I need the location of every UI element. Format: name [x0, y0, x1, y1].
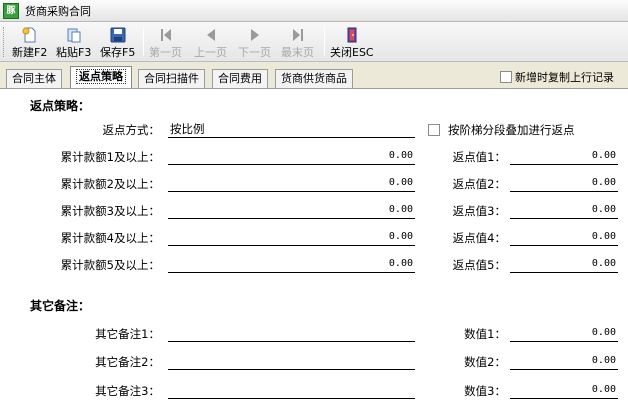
tab-contract-fees[interactable]: 合同费用 — [212, 69, 268, 88]
amount-field-5[interactable]: 0.00 — [168, 255, 415, 273]
rebate-value-label-5: 返点值5： — [452, 258, 506, 272]
new-button[interactable]: 新建F2 — [12, 24, 47, 60]
note-label-2: 其它备注2： — [95, 355, 160, 369]
amount-label-4: 累计款额4及以上： — [60, 231, 160, 245]
amount-label-2: 累计款额2及以上： — [60, 177, 160, 191]
numeric-value-label-2: 数值2： — [464, 355, 506, 369]
title-bar: 豚 货商采购合同 — [0, 0, 628, 22]
amount-field-1[interactable]: 0.00 — [168, 147, 415, 165]
numeric-value-label-1: 数值1： — [464, 327, 506, 341]
save-disk-icon — [109, 26, 127, 43]
copy-prev-row-label: 新增时复制上行记录 — [515, 71, 614, 84]
note-field-3[interactable] — [168, 381, 415, 399]
save-button-label: 保存F5 — [100, 46, 136, 59]
rebate-value-label-3: 返点值3： — [452, 204, 506, 218]
note-field-1[interactable] — [168, 324, 415, 342]
rebate-value-label-4: 返点值4： — [452, 231, 506, 245]
rebate-value-field-4[interactable]: 0.00 — [510, 228, 618, 246]
paste-button-label: 粘贴F3 — [56, 46, 92, 59]
numeric-value-field-2[interactable]: 0.00 — [510, 352, 618, 370]
toolbar-grip[interactable] — [3, 27, 6, 57]
rebate-strategy-panel: 返点策略： 返点方式： 按比例 按阶梯分段叠加进行返点 累计款额1及以上： 0.… — [0, 88, 628, 415]
rebate-value-field-5[interactable]: 0.00 — [510, 255, 618, 273]
prev-page-label: 上一页 — [194, 46, 227, 59]
tab-label: 合同主体 — [12, 72, 56, 85]
tiered-rebate-checkbox[interactable]: 按阶梯分段叠加进行返点 — [428, 122, 575, 138]
note-label-1: 其它备注1： — [95, 327, 160, 341]
next-page-icon — [246, 26, 264, 43]
amount-field-2[interactable]: 0.00 — [168, 174, 415, 192]
rebate-value-field-2[interactable]: 0.00 — [510, 174, 618, 192]
note-label-3: 其它备注3： — [95, 384, 160, 398]
prev-page-button[interactable]: 上一页 — [194, 24, 227, 60]
rebate-section-title: 返点策略： — [30, 99, 91, 113]
first-page-icon — [157, 26, 175, 43]
toolbar-separator — [324, 28, 325, 56]
close-button[interactable]: 关闭ESC — [330, 24, 374, 60]
amount-label-5: 累计款额5及以上： — [60, 258, 160, 272]
tab-label: 合同费用 — [218, 72, 262, 85]
paste-button[interactable]: 粘贴F3 — [56, 24, 91, 60]
first-page-button[interactable]: 第一页 — [149, 24, 182, 60]
tiered-rebate-label: 按阶梯分段叠加进行返点 — [448, 123, 575, 137]
close-button-label: 关闭ESC — [330, 46, 374, 59]
tab-contract-scans[interactable]: 合同扫描件 — [138, 69, 205, 88]
copy-prev-row-checkbox[interactable]: 新增时复制上行记录 — [500, 69, 614, 85]
exit-door-icon — [343, 26, 361, 43]
tab-supplier-products[interactable]: 货商供货商品 — [275, 69, 353, 88]
rebate-method-field[interactable]: 按比例 — [168, 120, 415, 138]
tab-rebate-strategy[interactable]: 返点策略 — [70, 66, 132, 88]
new-document-icon — [21, 26, 39, 43]
paste-icon — [65, 26, 83, 43]
checkbox-box[interactable] — [428, 124, 440, 136]
last-page-label: 最末页 — [281, 46, 314, 59]
rebate-value-label-2: 返点值2： — [452, 177, 506, 191]
last-page-icon — [289, 26, 307, 43]
rebate-value-label-1: 返点值1： — [452, 150, 506, 164]
other-notes-section-title: 其它备注： — [30, 299, 91, 313]
first-page-label: 第一页 — [149, 46, 182, 59]
window-title: 货商采购合同 — [25, 4, 91, 18]
tab-label: 货商供货商品 — [281, 72, 347, 85]
toolbar-separator — [143, 28, 144, 56]
rebate-value-field-1[interactable]: 0.00 — [510, 147, 618, 165]
tab-bar: 合同主体 返点策略 合同扫描件 合同费用 货商供货商品 新增时复制上行记录 — [0, 66, 628, 88]
numeric-value-label-3: 数值3： — [464, 384, 506, 398]
next-page-button[interactable]: 下一页 — [238, 24, 271, 60]
tab-label: 合同扫描件 — [144, 72, 199, 85]
save-button[interactable]: 保存F5 — [100, 24, 135, 60]
amount-field-3[interactable]: 0.00 — [168, 201, 415, 219]
numeric-value-field-3[interactable]: 0.00 — [510, 381, 618, 399]
rebate-method-label: 返点方式： — [102, 123, 161, 137]
rebate-value-field-3[interactable]: 0.00 — [510, 201, 618, 219]
amount-label-3: 累计款额3及以上： — [60, 204, 160, 218]
tab-contract-main[interactable]: 合同主体 — [6, 69, 62, 88]
amount-label-1: 累计款额1及以上： — [60, 150, 160, 164]
tab-label: 返点策略 — [76, 69, 126, 84]
note-field-2[interactable] — [168, 352, 415, 370]
toolbar: 新建F2 粘贴F3 保存F5 第一页 上一页 下一页 最末页 关闭ESC — [0, 22, 628, 62]
new-button-label: 新建F2 — [12, 46, 48, 59]
prev-page-icon — [202, 26, 220, 43]
amount-field-4[interactable]: 0.00 — [168, 228, 415, 246]
app-logo-icon: 豚 — [3, 2, 19, 19]
numeric-value-field-1[interactable]: 0.00 — [510, 324, 618, 342]
last-page-button[interactable]: 最末页 — [281, 24, 314, 60]
next-page-label: 下一页 — [238, 46, 271, 59]
checkbox-box[interactable] — [500, 71, 512, 83]
